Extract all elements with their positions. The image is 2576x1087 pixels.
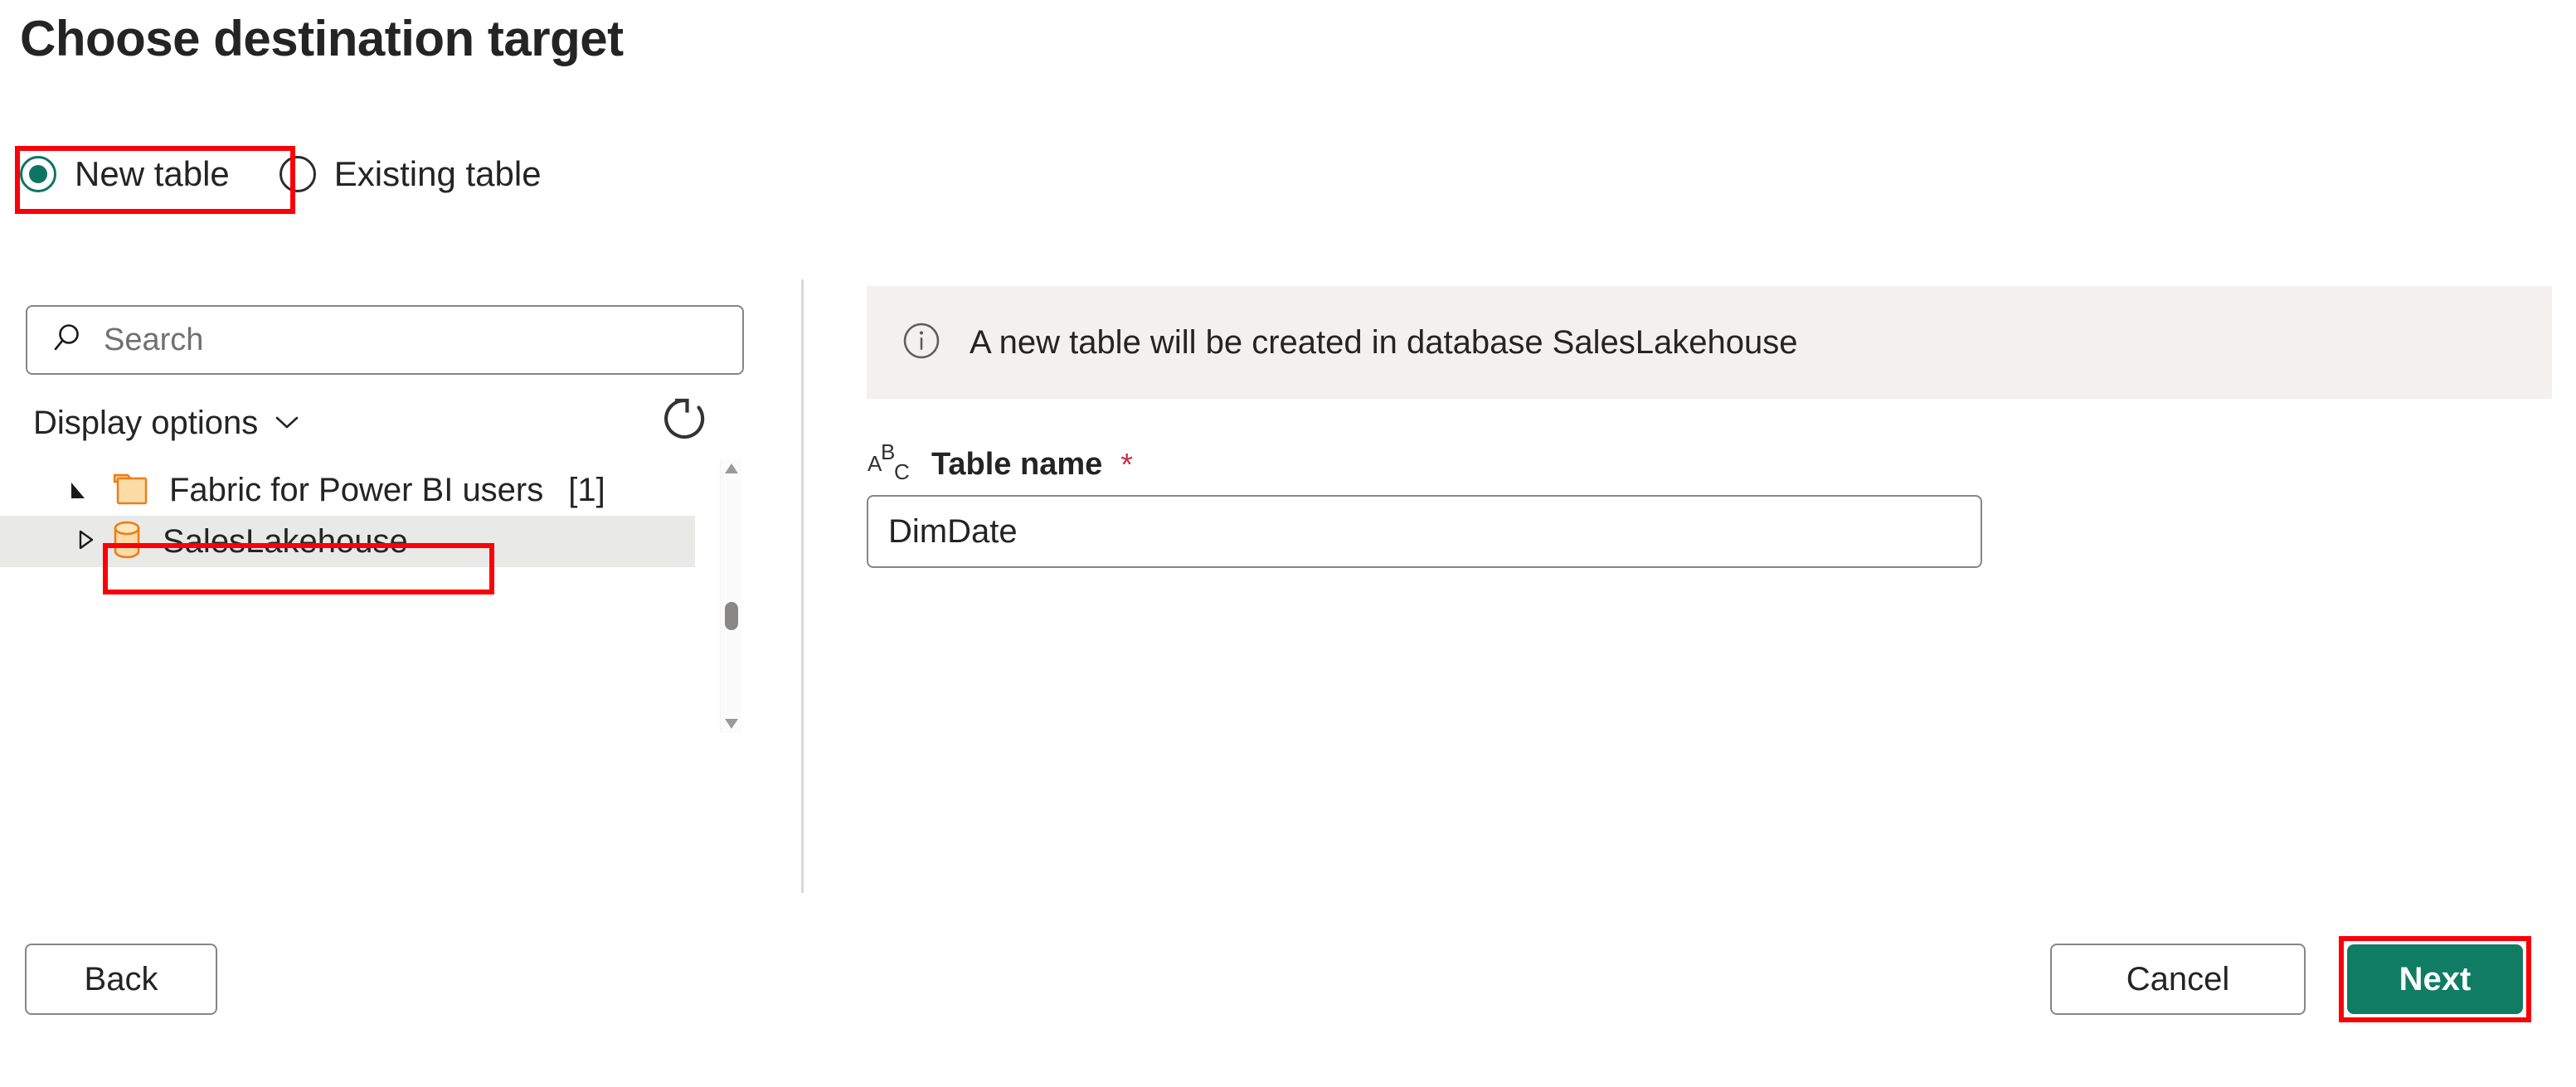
expand-collapse-triangle-right-icon[interactable] bbox=[71, 526, 100, 558]
search-input[interactable] bbox=[104, 322, 684, 358]
info-message-text: A new table will be created in database … bbox=[970, 323, 1798, 361]
svg-text:C: C bbox=[894, 459, 910, 484]
scrollbar-thumb[interactable] bbox=[725, 602, 738, 630]
back-button[interactable]: Back bbox=[25, 944, 217, 1015]
tree-scrollbar[interactable] bbox=[720, 459, 741, 733]
table-name-label-row: A B C Table name * bbox=[867, 438, 1133, 492]
tree-row-label: Fabric for Power BI users bbox=[169, 471, 544, 508]
page-title: Choose destination target bbox=[20, 11, 624, 66]
next-button[interactable]: Next bbox=[2347, 944, 2523, 1014]
info-message-bar: A new table will be created in database … bbox=[867, 286, 2552, 399]
scroll-up-arrow-icon[interactable] bbox=[724, 463, 739, 474]
radio-new-table-label: New table bbox=[75, 154, 230, 193]
required-marker: * bbox=[1120, 447, 1134, 483]
chevron-down-icon bbox=[273, 411, 301, 435]
folder-icon bbox=[111, 468, 153, 512]
display-options-label: Display options bbox=[33, 404, 259, 441]
cancel-button[interactable]: Cancel bbox=[2050, 944, 2306, 1015]
radio-option-new-table[interactable]: New table bbox=[20, 154, 230, 194]
navigator-left-pane: Display options bbox=[0, 274, 801, 895]
abc-text-type-icon: A B C bbox=[867, 438, 918, 492]
object-tree: Fabric for Power BI users [1] SalesLakeh… bbox=[0, 464, 753, 730]
radio-existing-table-label: Existing table bbox=[333, 154, 542, 193]
display-options-row: Display options bbox=[33, 398, 746, 448]
table-name-label: Table name bbox=[931, 447, 1103, 482]
tree-row-count: [1] bbox=[568, 471, 605, 508]
tree-row[interactable]: Fabric for Power BI users [1] bbox=[0, 464, 753, 516]
radio-new-table-dot bbox=[29, 165, 47, 183]
info-icon bbox=[900, 319, 943, 366]
choose-destination-target-dialog: Choose destination target New table Exis… bbox=[0, 0, 2576, 1087]
search-box[interactable] bbox=[26, 305, 744, 375]
svg-text:B: B bbox=[881, 439, 895, 464]
expand-collapse-triangle-down-icon[interactable] bbox=[65, 476, 111, 504]
destination-mode-radio-group: New table Existing table bbox=[20, 154, 542, 194]
radio-new-table-icon[interactable] bbox=[20, 156, 56, 192]
display-options-button[interactable]: Display options bbox=[33, 405, 301, 442]
tree-row[interactable]: SalesLakehouse bbox=[0, 516, 695, 567]
refresh-icon bbox=[657, 398, 712, 449]
tree-row-label: SalesLakehouse bbox=[163, 522, 408, 560]
pane-divider bbox=[801, 279, 804, 893]
radio-existing-table-icon[interactable] bbox=[279, 156, 316, 192]
database-icon bbox=[108, 518, 146, 565]
scroll-down-arrow-icon[interactable] bbox=[724, 718, 739, 730]
search-icon bbox=[51, 322, 84, 359]
tree-indent-spacer bbox=[25, 526, 108, 558]
refresh-button[interactable] bbox=[657, 391, 712, 446]
table-name-input[interactable] bbox=[867, 495, 1982, 568]
radio-option-existing-table[interactable]: Existing table bbox=[279, 154, 542, 194]
